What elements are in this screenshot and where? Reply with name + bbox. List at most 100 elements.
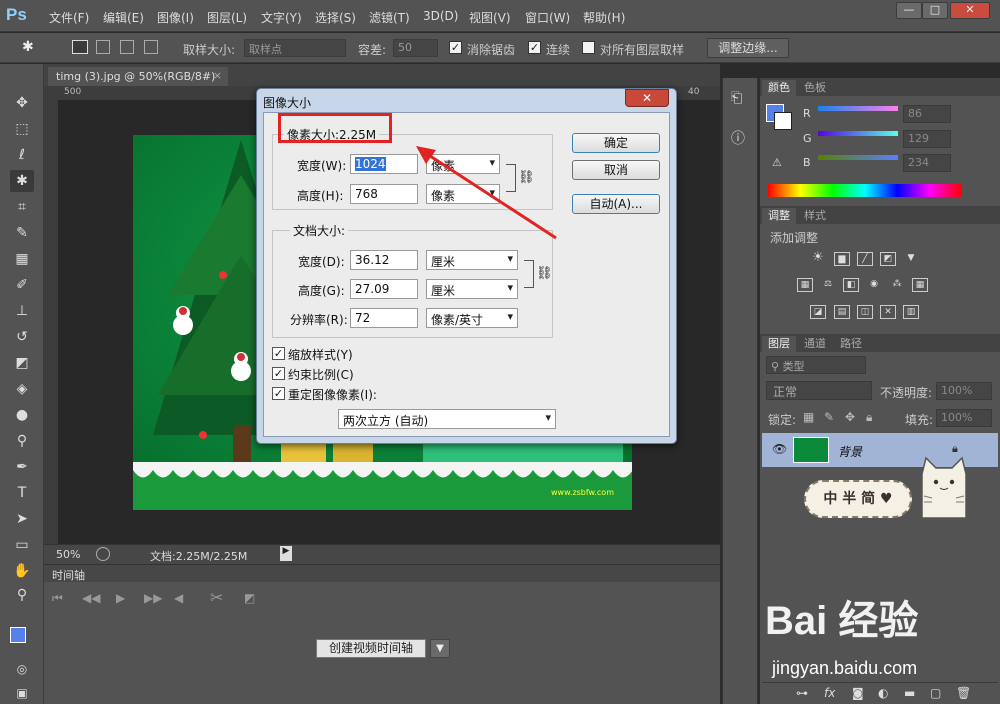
close-window-button[interactable]: ✕ (950, 2, 990, 19)
eraser-tool-icon[interactable]: ◩ (10, 352, 34, 374)
tolerance-input[interactable]: 50 (393, 39, 438, 57)
menu-3d[interactable]: 3D(D) (423, 9, 458, 23)
quick-mask-icon[interactable]: ◎ (10, 658, 34, 680)
fx-icon[interactable]: fx (824, 686, 835, 700)
constrain-proportions-checkbox[interactable]: ✓ (272, 367, 285, 380)
stamp-tool-icon[interactable]: ⊥ (10, 300, 34, 322)
selective-color-icon[interactable]: ✕ (880, 305, 896, 319)
pen-tool-icon[interactable]: ✒ (10, 456, 34, 478)
brush-tool-icon[interactable]: ✐ (10, 274, 34, 296)
fill-input[interactable]: 100% (936, 409, 992, 427)
menu-view[interactable]: 视图(V) (469, 9, 511, 26)
document-tab[interactable]: timg (3).jpg @ 50%(RGB/8#) × (48, 67, 228, 86)
levels-adjust-icon[interactable]: ▆ (834, 252, 850, 266)
lock-position-icon[interactable]: ✥ (845, 410, 855, 424)
next-frame-icon[interactable]: ▶▶ (144, 591, 162, 605)
sample-all-layers-checkbox[interactable] (582, 41, 595, 54)
lock-pixels-icon[interactable]: ✎ (824, 410, 834, 424)
menu-window[interactable]: 窗口(W) (525, 9, 570, 26)
hue-saturation-icon[interactable]: ▦ (797, 278, 813, 292)
healing-tool-icon[interactable]: ▦ (10, 248, 34, 270)
timeline-mode-dropdown-icon[interactable]: ▼ (430, 639, 450, 658)
blur-tool-icon[interactable]: ● (10, 404, 34, 426)
menu-layer[interactable]: 图层(L) (207, 9, 247, 26)
doc-width-unit-select[interactable]: 厘米 (426, 250, 518, 270)
resample-method-select[interactable]: 两次立方 (自动) (338, 409, 556, 429)
close-document-icon[interactable]: × (213, 69, 222, 82)
menu-file[interactable]: 文件(F) (49, 9, 89, 26)
tab-color[interactable]: 颜色 (762, 80, 796, 96)
sample-size-select[interactable]: 取样点 (244, 39, 346, 57)
tab-channels[interactable]: 通道 (798, 336, 832, 352)
curves-adjust-icon[interactable]: ╱ (857, 252, 873, 266)
tab-layers[interactable]: 图层 (762, 336, 796, 352)
exposure-adjust-icon[interactable]: ◩ (880, 252, 896, 266)
foreground-color-swatch[interactable] (10, 627, 26, 643)
transition-icon[interactable]: ◩ (244, 591, 255, 605)
tab-adjustments[interactable]: 调整 (762, 208, 796, 224)
gradient-map-icon[interactable]: ▥ (903, 305, 919, 319)
new-layer-icon[interactable]: ▢ (930, 686, 941, 700)
zoom-tool-icon[interactable]: ⚲ (10, 584, 34, 606)
layer-kind-filter[interactable]: ⚲ 类型 (766, 356, 866, 374)
magic-wand-icon[interactable]: ✱ (22, 39, 34, 55)
brightness-adjust-icon[interactable]: ☀ (810, 251, 826, 266)
refine-edge-button[interactable]: 调整边缘... (707, 38, 789, 58)
new-adjustment-icon[interactable]: ◐ (878, 686, 888, 700)
shape-tool-icon[interactable]: ▭ (10, 534, 34, 556)
create-video-timeline-button[interactable]: 创建视频时间轴 (316, 639, 426, 658)
resolution-unit-select[interactable]: 像素/英寸 (426, 308, 518, 328)
ok-button[interactable]: 确定 (572, 133, 660, 153)
channel-mixer-icon[interactable]: ⁂ (889, 278, 905, 292)
threshold-icon[interactable]: ◫ (857, 305, 873, 319)
history-panel-icon[interactable]: ⎗ (731, 90, 742, 106)
channel-g-input[interactable]: 129 (903, 130, 951, 148)
color-spectrum-bar[interactable] (768, 184, 962, 197)
resample-checkbox[interactable]: ✓ (272, 387, 285, 400)
antialias-checkbox[interactable]: ✓ (449, 41, 462, 54)
menu-type[interactable]: 文字(Y) (261, 9, 302, 26)
lock-all-icon[interactable]: 🔒︎ (866, 410, 872, 425)
audio-icon[interactable]: ◀ (174, 591, 183, 605)
layer-visibility-eye-icon[interactable]: 👁︎ (772, 442, 787, 456)
invert-icon[interactable]: ◪ (810, 305, 826, 319)
add-selection-icon[interactable] (96, 40, 110, 54)
first-frame-icon[interactable]: ⏮ (52, 591, 63, 606)
blend-mode-select[interactable]: 正常 (766, 381, 872, 400)
tab-paths[interactable]: 路径 (834, 336, 868, 352)
type-tool-icon[interactable]: T (10, 482, 34, 504)
lasso-tool-icon[interactable]: ℓ (10, 144, 34, 166)
resolution-input[interactable]: 72 (350, 308, 418, 328)
vibrance-adjust-icon[interactable]: ▼ (903, 252, 919, 266)
tab-styles[interactable]: 样式 (798, 208, 832, 224)
gamut-warning-icon[interactable]: ⚠ (772, 156, 782, 169)
status-menu-arrow-icon[interactable]: ▶ (280, 546, 292, 561)
auto-button[interactable]: 自动(A)... (572, 194, 660, 214)
minimize-button[interactable]: — (896, 2, 922, 19)
channel-g-slider[interactable] (818, 131, 898, 136)
layer-name[interactable]: 背景 (838, 443, 862, 460)
dialog-close-button[interactable]: ✕ (625, 89, 669, 107)
lock-transparency-icon[interactable]: ▦ (803, 410, 814, 424)
new-selection-icon[interactable] (72, 40, 88, 54)
color-panel-background[interactable] (774, 112, 792, 130)
menu-select[interactable]: 选择(S) (315, 9, 356, 26)
doc-height-unit-select[interactable]: 厘米 (426, 279, 518, 299)
intersect-selection-icon[interactable] (144, 40, 158, 54)
zoom-level[interactable]: 50% (56, 548, 80, 561)
add-mask-icon[interactable]: ◙ (852, 686, 864, 700)
magic-wand-tool-icon[interactable]: ✱ (10, 170, 34, 192)
contiguous-checkbox[interactable]: ✓ (528, 41, 541, 54)
split-scissors-icon[interactable]: ✂ (210, 588, 223, 607)
path-select-icon[interactable]: ➤ (10, 508, 34, 530)
link-layers-icon[interactable]: ⊶ (796, 686, 808, 700)
scale-styles-checkbox[interactable]: ✓ (272, 347, 285, 360)
marquee-tool-icon[interactable]: ⬚ (10, 118, 34, 140)
move-tool-icon[interactable]: ✥ (10, 92, 34, 114)
photo-filter-icon[interactable]: ◉ (866, 278, 882, 292)
menu-edit[interactable]: 编辑(E) (103, 9, 144, 26)
menu-filter[interactable]: 滤镜(T) (369, 9, 410, 26)
play-icon[interactable]: ▶ (116, 591, 125, 605)
black-white-icon[interactable]: ◧ (843, 278, 859, 292)
opacity-input[interactable]: 100% (936, 382, 992, 400)
